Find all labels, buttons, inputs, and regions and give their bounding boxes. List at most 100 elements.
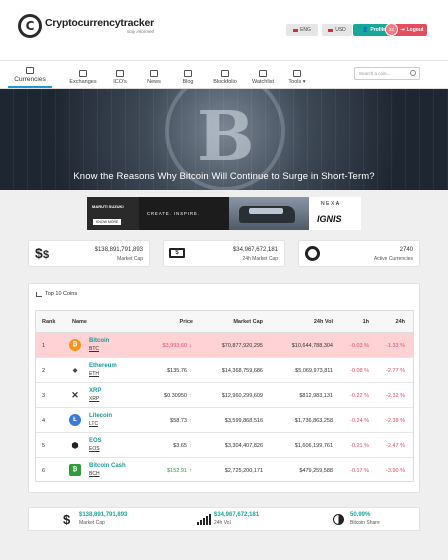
nav-label: Currencies: [14, 76, 46, 83]
ad-cta-button[interactable]: KNOW MORE: [93, 219, 122, 225]
nav-item-blockfolio[interactable]: Blockfolio: [208, 63, 242, 88]
col-24h[interactable]: 24h: [396, 319, 405, 325]
price-cell: $58.73: [170, 418, 187, 424]
change-24h-cell: -1.33 %: [386, 343, 405, 349]
table-row[interactable]: 3 ✕ XRP XRP $0.30950 ↕ $12,960,299,609 $…: [36, 383, 413, 408]
rank-cell: 1: [42, 343, 46, 349]
change-1h-cell: -0.22 %: [350, 393, 369, 399]
volume-cell: $10,644,788,304: [291, 343, 333, 349]
nav-item-watchlist[interactable]: Watchlist: [248, 63, 278, 88]
table-row[interactable]: 6 ₿ Bitcoin Cash BCH $152.91 ↑ $2,725,20…: [36, 458, 413, 483]
volume-card: $ $34,967,672,181 24h Market Cap: [163, 240, 285, 267]
lifebuoy-icon: [305, 246, 320, 261]
volume-cell: $1,736,863,258: [294, 418, 333, 424]
nav-item-currencies[interactable]: Currencies: [8, 63, 52, 88]
price-neutral-icon: ↕: [189, 443, 192, 449]
ethereum-icon: ◆: [69, 364, 81, 376]
site-logo[interactable]: C Cryptocurrencytracker stay informed: [18, 14, 154, 38]
rank-cell: 5: [42, 443, 46, 449]
nav-item-icos[interactable]: ICO's: [108, 63, 132, 88]
dollar-small-icon: $: [43, 249, 50, 261]
coin-symbol[interactable]: BCH: [89, 471, 100, 477]
coin-name-link[interactable]: EOS: [89, 438, 102, 444]
logo-c-icon: C: [18, 14, 42, 38]
col-rank[interactable]: Rank: [42, 319, 55, 325]
market-cap-cell: $2,725,200,171: [224, 468, 263, 474]
coin-symbol[interactable]: XRP: [89, 396, 99, 402]
table-row[interactable]: 1 ₿ Bitcoin BTC $3,993.60 ↓ $70,877,920,…: [36, 333, 413, 358]
top-header: C Cryptocurrencytracker stay informed EN…: [0, 0, 448, 60]
user-icon: 👤: [362, 27, 369, 33]
nav-label: Exchanges: [69, 79, 97, 85]
nav-item-exchanges[interactable]: Exchanges: [64, 63, 102, 88]
coin-name-link[interactable]: Litecoin: [89, 413, 112, 419]
bar-chart-icon: [36, 291, 42, 297]
price-up-arrow-icon: ↑: [189, 468, 192, 474]
eos-icon: ⬢: [69, 439, 81, 451]
market-cap-card: $ $ $138,891,791,893 Market Cap: [28, 240, 150, 267]
market-cap-value: $138,891,791,893: [94, 247, 143, 253]
volume-cell: $812,983,131: [299, 393, 333, 399]
nav-item-news[interactable]: News: [142, 63, 166, 88]
hero-headline[interactable]: Know the Reasons Why Bitcoin Will Contin…: [0, 171, 448, 182]
coin-name-link[interactable]: Bitcoin: [89, 338, 109, 344]
bitcoin-share-value: 50.99%: [350, 512, 371, 518]
nav-item-blog[interactable]: Blog: [176, 63, 200, 88]
nav-item-tools[interactable]: Tools ▾: [284, 63, 310, 88]
panel-title-text: Top 10 Coins: [45, 291, 78, 297]
price-cell: $135.76: [167, 368, 187, 374]
notification-badge[interactable]: 22: [385, 23, 398, 36]
search-input[interactable]: Search a coin...: [354, 67, 420, 80]
change-24h-cell: -3.90 %: [386, 468, 405, 474]
blockfolio-icon: [221, 70, 229, 77]
price-cell: $3.65: [173, 443, 187, 449]
xrp-icon: ✕: [69, 389, 81, 401]
col-market-cap[interactable]: Market Cap: [233, 319, 263, 325]
price-cell: $3,993.60: [162, 343, 187, 349]
global-volume-value: $34,967,672,181: [214, 512, 260, 518]
rank-cell: 2: [42, 368, 46, 374]
col-1h[interactable]: 1h: [363, 319, 369, 325]
exchanges-icon: [79, 70, 87, 77]
rank-cell: 3: [42, 393, 46, 399]
market-cap-cell: $3,304,407,826: [224, 443, 263, 449]
table-row[interactable]: 5 ⬢ EOS EOS $3.65 ↕ $3,304,407,826 $1,60…: [36, 433, 413, 458]
coin-name-link[interactable]: XRP: [89, 388, 101, 394]
nav-label: ICO's: [113, 79, 127, 85]
active-currencies-value: 2740: [399, 247, 413, 253]
table-row[interactable]: 4 Ł Litecoin LTC $58.73 ↕ $3,599,868,516…: [36, 408, 413, 433]
change-1h-cell: -0.21 %: [350, 443, 369, 449]
active-currencies-label: Active Currencies: [373, 256, 413, 262]
market-cap-cell: $14,368,759,686: [221, 368, 263, 374]
volume-cell: $1,606,199,761: [294, 443, 333, 449]
coin-symbol[interactable]: BTC: [89, 346, 99, 352]
search-icon[interactable]: [410, 70, 416, 76]
litecoin-icon: Ł: [69, 414, 81, 426]
ad-nexa-logo: NEXA: [321, 201, 341, 207]
dollar-icon: $: [63, 512, 71, 527]
col-name[interactable]: Name: [72, 319, 87, 325]
currency-selector[interactable]: USD: [322, 24, 352, 36]
coin-name-link[interactable]: Bitcoin Cash: [89, 463, 126, 469]
active-currencies-card: 2740 Active Currencies: [298, 240, 420, 267]
panel-title: Top 10 Coins: [36, 291, 77, 297]
table-row[interactable]: 2 ◆ Ethereum ETH $135.76 ↕ $14,368,759,6…: [36, 358, 413, 383]
volume-label: 24h Market Cap: [242, 256, 278, 262]
nav-label: Blog: [182, 79, 194, 85]
watchlist-icon: [259, 70, 267, 77]
col-24h-vol[interactable]: 24h Vol: [314, 319, 333, 325]
language-selector[interactable]: ENG: [286, 24, 318, 36]
bitcoin-icon: B: [197, 97, 255, 177]
coin-symbol[interactable]: ETH: [89, 371, 99, 377]
coin-symbol[interactable]: EOS: [89, 446, 100, 452]
change-24h-cell: -2.77 %: [386, 368, 405, 374]
ad-brand: MARUTI SUZUKI: [92, 204, 124, 209]
coin-symbol[interactable]: LTC: [89, 421, 98, 427]
flag-icon: [328, 28, 334, 32]
coin-name-link[interactable]: Ethereum: [89, 363, 117, 369]
pie-chart-icon: [333, 514, 344, 525]
news-icon: [150, 70, 158, 77]
col-price[interactable]: Price: [180, 319, 193, 325]
advertisement-banner[interactable]: MARUTI SUZUKI KNOW MORE CREATE. INSPIRE.…: [87, 197, 361, 230]
price-neutral-icon: ↕: [189, 393, 192, 399]
